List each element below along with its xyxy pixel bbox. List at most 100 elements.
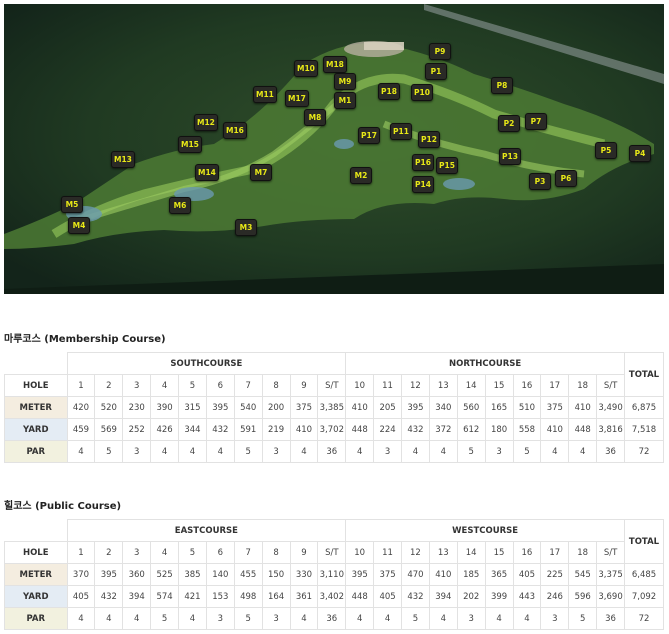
- par-cell: 36: [317, 607, 347, 630]
- hole-number: 4: [150, 541, 179, 564]
- meter-cell: 545: [568, 563, 598, 586]
- hole-number: 5: [178, 374, 207, 397]
- hole-marker[interactable]: M14: [195, 164, 219, 181]
- hole-marker[interactable]: M13: [111, 151, 135, 168]
- hole-marker[interactable]: P18: [378, 83, 400, 100]
- hole-marker[interactable]: M18: [323, 56, 347, 73]
- par-cell: 4: [428, 607, 458, 630]
- hole-marker[interactable]: P1: [425, 63, 447, 80]
- hole-number: 17: [540, 541, 570, 564]
- hole-number: 2: [94, 541, 124, 564]
- hole-number: 11: [373, 541, 402, 564]
- hole-number: 1: [66, 374, 96, 397]
- meter-cell: 225: [540, 563, 570, 586]
- yard-cell: 432: [401, 585, 430, 608]
- par-cell: 3: [484, 440, 514, 463]
- par-cell: 4: [484, 607, 514, 630]
- par-cell: 5: [233, 440, 263, 463]
- meter-cell: 390: [150, 396, 179, 419]
- meter-cell: 470: [401, 563, 430, 586]
- meter-cell: 360: [122, 563, 152, 586]
- hole-marker[interactable]: M16: [223, 122, 247, 139]
- yard-cell: 432: [401, 418, 430, 441]
- par-total: 72: [624, 440, 664, 463]
- hole-marker[interactable]: M3: [235, 219, 257, 236]
- par-cell: 4: [401, 440, 430, 463]
- hole-number: 8: [261, 541, 291, 564]
- hole-marker[interactable]: P7: [525, 113, 547, 130]
- hole-marker[interactable]: P3: [529, 173, 551, 190]
- hole-number: 17: [540, 374, 570, 397]
- meter-cell: 185: [456, 563, 486, 586]
- hole-number: S/T: [596, 541, 625, 564]
- par-cell: 4: [345, 440, 375, 463]
- par-cell: 5: [512, 440, 542, 463]
- hole-number: 1: [66, 541, 96, 564]
- hole-marker[interactable]: M4: [68, 217, 90, 234]
- corner-cell: [4, 352, 68, 375]
- meter-cell: 3,375: [596, 563, 625, 586]
- hole-marker[interactable]: P5: [595, 142, 617, 159]
- hole-number: 8: [261, 374, 291, 397]
- hole-marker[interactable]: P11: [390, 123, 412, 140]
- meter-cell: 410: [428, 563, 458, 586]
- meter-cell: 3,110: [317, 563, 347, 586]
- yard-cell: 399: [484, 585, 514, 608]
- hole-marker[interactable]: P8: [491, 77, 513, 94]
- hole-marker[interactable]: P2: [498, 115, 520, 132]
- par-total: 72: [624, 607, 664, 630]
- meter-cell: 375: [373, 563, 402, 586]
- hole-marker[interactable]: P4: [629, 145, 651, 162]
- hole-marker[interactable]: P16: [412, 154, 434, 171]
- hole-marker[interactable]: P12: [418, 131, 440, 148]
- hole-number: 9: [289, 541, 319, 564]
- hole-marker[interactable]: M12: [194, 114, 218, 131]
- par-cell: 4: [540, 440, 570, 463]
- hole-number: 9: [289, 374, 319, 397]
- hole-number: 13: [428, 374, 458, 397]
- meter-cell: 330: [289, 563, 319, 586]
- hole-marker[interactable]: M6: [169, 197, 191, 214]
- hole-marker[interactable]: P14: [412, 176, 434, 193]
- meter-cell: 395: [345, 563, 375, 586]
- hole-marker[interactable]: M9: [334, 73, 356, 90]
- hole-marker[interactable]: P6: [555, 170, 577, 187]
- hole-marker[interactable]: P9: [429, 43, 451, 60]
- par-cell: 4: [122, 607, 152, 630]
- hole-marker[interactable]: M7: [250, 164, 272, 181]
- hole-marker[interactable]: M17: [285, 90, 309, 107]
- yard-cell: 591: [233, 418, 263, 441]
- hole-number: 10: [345, 374, 375, 397]
- hole-marker[interactable]: M2: [350, 167, 372, 184]
- meter-cell: 230: [122, 396, 152, 419]
- par-cell: 5: [150, 607, 179, 630]
- hole-number: 15: [484, 374, 514, 397]
- corner-cell: [4, 519, 68, 542]
- hole-marker[interactable]: M5: [61, 196, 83, 213]
- hole-marker[interactable]: P13: [499, 148, 521, 165]
- yard-cell: 448: [568, 418, 598, 441]
- meter-cell: 165: [484, 396, 514, 419]
- hole-marker[interactable]: P15: [436, 157, 458, 174]
- par-cell: 4: [289, 607, 319, 630]
- hole-marker[interactable]: M8: [304, 109, 326, 126]
- meter-cell: 560: [456, 396, 486, 419]
- meter-cell: 205: [373, 396, 402, 419]
- yard-cell: 202: [456, 585, 486, 608]
- hole-marker[interactable]: M1: [334, 92, 356, 109]
- hole-marker[interactable]: P10: [411, 84, 433, 101]
- yard-cell: 405: [373, 585, 402, 608]
- meter-cell: 340: [428, 396, 458, 419]
- meter-cell: 3,490: [596, 396, 625, 419]
- hole-number: 7: [233, 374, 263, 397]
- meter-cell: 200: [261, 396, 291, 419]
- yard-cell: 219: [261, 418, 291, 441]
- yard-cell: 574: [150, 585, 179, 608]
- par-cell: 3: [373, 440, 402, 463]
- hole-marker[interactable]: M10: [294, 60, 318, 77]
- hole-marker[interactable]: P17: [358, 127, 380, 144]
- hole-number: 2: [94, 374, 124, 397]
- hole-marker[interactable]: M15: [178, 136, 202, 153]
- hole-marker[interactable]: M11: [253, 86, 277, 103]
- par-cell: 4: [150, 440, 179, 463]
